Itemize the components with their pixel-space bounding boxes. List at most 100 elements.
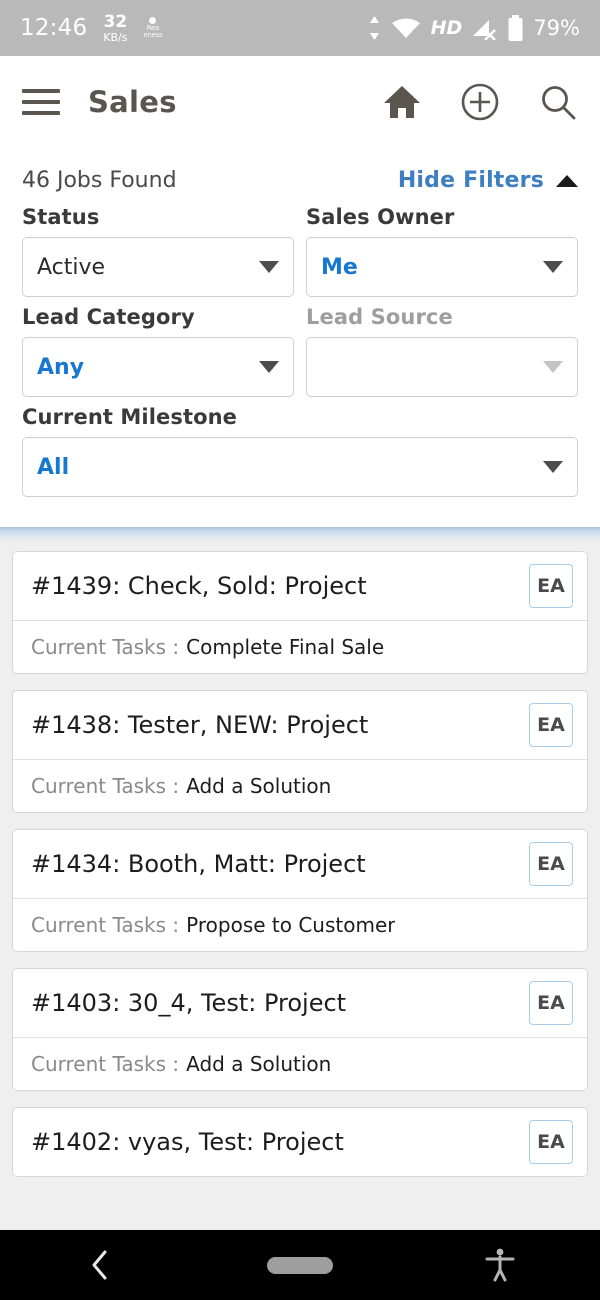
toggle-filters-button[interactable]: Hide Filters (398, 168, 578, 193)
filter-row-1: Status Active Sales Owner Me (12, 205, 588, 305)
job-title: #1402: vyas, Test: Project (31, 1128, 529, 1156)
panel-divider-shadow (0, 527, 600, 541)
toggle-filters-label: Hide Filters (398, 168, 544, 193)
job-title: #1434: Booth, Matt: Project (31, 850, 529, 878)
filter-label-lead-source: Lead Source (306, 305, 578, 329)
data-transfer-arrows-icon (368, 15, 381, 41)
task-label: Current Tasks : (31, 1052, 179, 1076)
task-label: Current Tasks : (31, 913, 179, 937)
filter-label-sales-owner: Sales Owner (306, 205, 578, 229)
cellular-signal-off-icon (471, 16, 498, 40)
chevron-down-icon (543, 461, 563, 473)
home-pill-icon (267, 1257, 333, 1274)
job-card[interactable]: #1439: Check, Sold: Project EA Current T… (12, 551, 588, 674)
task-value: Propose to Customer (186, 913, 395, 937)
hamburger-menu-icon[interactable] (22, 89, 60, 115)
filter-panel-spacer (12, 505, 588, 527)
job-card[interactable]: #1403: 30_4, Test: Project EA Current Ta… (12, 968, 588, 1091)
app-bar-actions (382, 82, 578, 122)
system-navigation-bar (0, 1230, 600, 1300)
page-title: Sales (88, 85, 177, 119)
status-bar: 12:46 32 KB/s Rea eness 4 HD (0, 0, 600, 56)
notification-dot-icon (149, 17, 156, 24)
chevron-down-icon (543, 261, 563, 273)
job-title: #1438: Tester, NEW: Project (31, 711, 529, 739)
current-milestone-select[interactable]: All (22, 437, 578, 497)
task-label: Current Tasks : (31, 774, 179, 798)
current-milestone-select-value: All (37, 455, 69, 480)
hamburger-bar (22, 89, 60, 93)
job-card-task: Current Tasks : Complete Final Sale (13, 620, 587, 673)
status-bar-right: 4 HD 79% (368, 15, 580, 42)
sales-owner-select[interactable]: Me (306, 237, 578, 297)
wifi-icon: 4 (390, 16, 422, 40)
job-card[interactable]: #1434: Booth, Matt: Project EA Current T… (12, 829, 588, 952)
lead-category-select[interactable]: Any (22, 337, 294, 397)
data-rate-unit: KB/s (103, 32, 127, 43)
status-select[interactable]: Active (22, 237, 294, 297)
filter-row-3: Current Milestone All (12, 405, 588, 505)
status-bar-left: 12:46 32 KB/s Rea eness (20, 14, 162, 43)
chevron-up-icon (556, 175, 578, 187)
task-value: Add a Solution (186, 1052, 331, 1076)
results-row: 46 Jobs Found Hide Filters (12, 148, 588, 205)
lead-category-select-value: Any (37, 355, 84, 380)
filter-field-lead-source: Lead Source (306, 305, 578, 397)
ea-badge[interactable]: EA (529, 981, 573, 1025)
lead-source-select[interactable] (306, 337, 578, 397)
job-card-task: Current Tasks : Add a Solution (13, 759, 587, 812)
task-value: Add a Solution (186, 774, 331, 798)
hamburger-bar (22, 111, 60, 115)
chevron-down-icon (543, 361, 563, 373)
filter-field-lead-category: Lead Category Any (22, 305, 294, 397)
filter-field-sales-owner: Sales Owner Me (306, 205, 578, 297)
task-value: Complete Final Sale (186, 635, 384, 659)
app-bar: Sales (0, 56, 600, 148)
job-card-header: #1402: vyas, Test: Project EA (13, 1108, 587, 1176)
status-clock: 12:46 (20, 15, 87, 41)
accessibility-button[interactable] (455, 1230, 545, 1300)
job-list[interactable]: #1439: Check, Sold: Project EA Current T… (0, 541, 600, 1230)
job-card-header: #1439: Check, Sold: Project EA (13, 552, 587, 620)
chevron-down-icon (259, 261, 279, 273)
search-icon[interactable] (538, 82, 578, 122)
svg-text:4: 4 (415, 26, 422, 39)
job-title: #1403: 30_4, Test: Project (31, 989, 529, 1017)
network-type-label: HD (431, 17, 463, 39)
home-icon[interactable] (382, 83, 422, 121)
ea-badge[interactable]: EA (529, 1120, 573, 1164)
sales-owner-select-value: Me (321, 255, 358, 280)
job-card-header: #1434: Booth, Matt: Project EA (13, 830, 587, 898)
data-rate-value: 32 (104, 14, 128, 31)
ea-badge[interactable]: EA (529, 703, 573, 747)
chevron-down-icon (259, 361, 279, 373)
data-rate-indicator: 32 KB/s (103, 14, 127, 43)
job-card-task: Current Tasks : Propose to Customer (13, 898, 587, 951)
add-circle-icon[interactable] (460, 82, 500, 122)
ea-badge[interactable]: EA (529, 564, 573, 608)
home-button[interactable] (255, 1230, 345, 1300)
task-label: Current Tasks : (31, 635, 179, 659)
filter-label-current-milestone: Current Milestone (22, 405, 578, 429)
back-button[interactable] (55, 1230, 145, 1300)
filter-label-lead-category: Lead Category (22, 305, 294, 329)
phone-screen: 12:46 32 KB/s Rea eness 4 HD (0, 0, 600, 1300)
ea-badge[interactable]: EA (529, 842, 573, 886)
filter-label-status: Status (22, 205, 294, 229)
job-title: #1439: Check, Sold: Project (31, 572, 529, 600)
job-card-task: Current Tasks : Add a Solution (13, 1037, 587, 1090)
notification-app-icon: Rea eness (144, 17, 163, 39)
notification-glyph-bottom: eness (144, 32, 163, 39)
filter-row-2: Lead Category Any Lead Source (12, 305, 588, 405)
battery-icon (507, 15, 524, 42)
results-count-label: 46 Jobs Found (22, 168, 177, 193)
job-card-header: #1438: Tester, NEW: Project EA (13, 691, 587, 759)
hamburger-bar (22, 100, 60, 104)
job-card[interactable]: #1402: vyas, Test: Project EA (12, 1107, 588, 1177)
filter-field-current-milestone: Current Milestone All (22, 405, 578, 497)
filter-panel: 46 Jobs Found Hide Filters Status Active… (0, 148, 600, 527)
status-select-value: Active (37, 255, 105, 280)
battery-percent-label: 79% (533, 16, 580, 40)
job-card-header: #1403: 30_4, Test: Project EA (13, 969, 587, 1037)
job-card[interactable]: #1438: Tester, NEW: Project EA Current T… (12, 690, 588, 813)
